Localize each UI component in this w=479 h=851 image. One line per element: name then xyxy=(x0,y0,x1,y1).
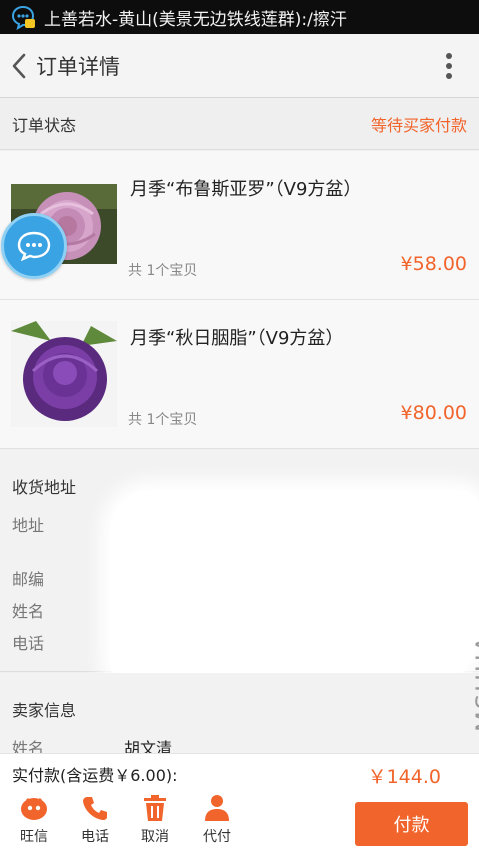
product-price: ¥58.00 xyxy=(400,253,467,275)
cancel-label: 取消 xyxy=(141,829,169,845)
shipping-address-section: 收货地址 地址 邮编 姓名 电话 xyxy=(0,450,479,690)
cancel-button[interactable]: 取消 xyxy=(129,794,181,850)
product-price: ¥80.00 xyxy=(400,402,467,424)
proxy-pay-label: 代付 xyxy=(203,829,231,845)
zipcode-label: 邮编 xyxy=(12,570,45,589)
proxy-pay-button[interactable]: 代付 xyxy=(191,794,243,850)
wangxin-icon xyxy=(21,797,47,820)
page-title: 订单详情 xyxy=(36,54,120,79)
seller-info-section: 卖家信息 姓名 胡文清 xyxy=(0,673,479,753)
product-item[interactable]: 月季“布鲁斯亚罗”（V9方盆） 共 1个宝贝 ¥58.00 xyxy=(0,151,479,300)
total-value: ￥144.0 xyxy=(367,766,441,788)
seller-section-title: 卖家信息 xyxy=(12,701,77,720)
more-vertical-icon[interactable] xyxy=(445,52,453,80)
seller-name-value: 胡文清 xyxy=(124,739,173,753)
bottom-action-bar: 实付款(含运费￥6.00): ￥144.0 旺信 电话 取消 代付 付款 xyxy=(0,753,479,851)
app-header: 订单详情 xyxy=(0,34,479,98)
phone-button[interactable]: 电话 xyxy=(69,794,121,850)
order-status-value: 等待买家付款 xyxy=(370,115,467,135)
address-label: 地址 xyxy=(12,516,45,535)
wangxin-label: 旺信 xyxy=(20,829,48,845)
product-name: 月季“布鲁斯亚罗”（V9方盆） xyxy=(130,179,362,200)
redacted-address-area xyxy=(110,490,479,690)
chat-float-button[interactable] xyxy=(1,213,67,279)
watermark-text: MSHUA xyxy=(471,634,479,732)
chevron-left-icon xyxy=(12,53,26,78)
order-status-label: 订单状态 xyxy=(12,115,77,135)
wangxin-button[interactable]: 旺信 xyxy=(8,794,60,850)
trash-icon xyxy=(144,795,166,821)
status-bar: 上善若水-黄山(美景无边铁线莲群):/擦汗 xyxy=(0,0,479,34)
person-icon xyxy=(205,795,229,821)
product-quantity: 共 1个宝贝 xyxy=(128,412,198,428)
status-notification-text: 上善若水-黄山(美景无边铁线莲群):/擦汗 xyxy=(44,9,347,30)
order-status-row: 订单状态 等待买家付款 xyxy=(0,98,479,150)
product-image xyxy=(11,321,117,427)
phone-label: 电话 xyxy=(81,829,109,845)
address-section-title: 收货地址 xyxy=(12,478,77,497)
back-button[interactable] xyxy=(2,34,36,98)
name-label: 姓名 xyxy=(12,602,45,621)
seller-name-label: 姓名 xyxy=(12,739,45,753)
chat-notification-icon xyxy=(11,5,35,30)
chat-bubble-icon xyxy=(17,231,51,261)
total-label: 实付款(含运费￥6.00): xyxy=(12,766,178,785)
pay-button[interactable]: 付款 xyxy=(355,802,468,846)
product-quantity: 共 1个宝贝 xyxy=(128,263,198,279)
phone-label: 电话 xyxy=(12,634,45,653)
phone-icon xyxy=(83,797,107,820)
product-item[interactable]: 月季“秋日胭脂”（V9方盆） 共 1个宝贝 ¥80.00 xyxy=(0,300,479,449)
product-name: 月季“秋日胭脂”（V9方盆） xyxy=(130,328,344,349)
